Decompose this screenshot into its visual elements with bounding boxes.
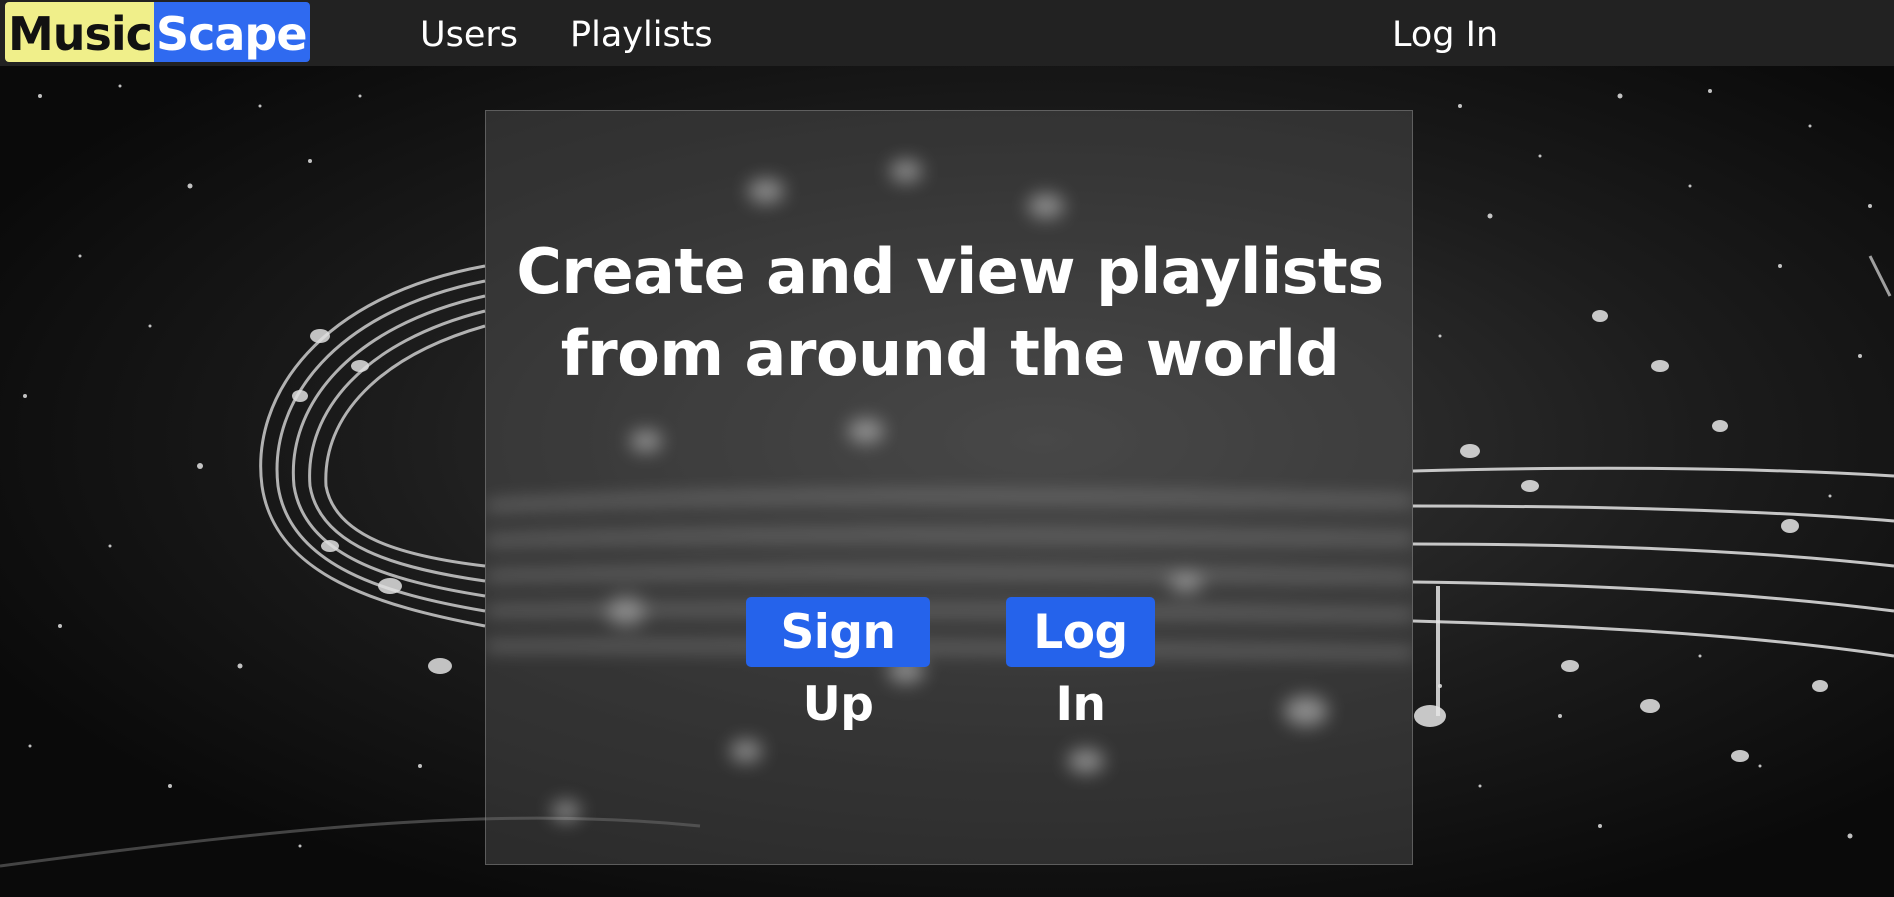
blurred-notes-backdrop: [486, 160, 1412, 821]
hero-panel: Create and view playlists from around th…: [485, 110, 1413, 865]
logo-scape-text: Scape: [153, 2, 310, 62]
logo[interactable]: Music Scape: [5, 2, 310, 62]
nav-link-login[interactable]: Log In: [1392, 0, 1498, 66]
top-navbar: Music Scape Users Playlists Log In: [0, 0, 1894, 66]
log-in-button[interactable]: Log In: [1006, 597, 1155, 732]
hero-title-line-2: from around the world: [560, 317, 1340, 390]
sign-up-button[interactable]: Sign Up: [746, 597, 930, 732]
hero-title: Create and view playlists from around th…: [486, 231, 1412, 395]
hero-title-line-1: Create and view playlists: [516, 235, 1384, 308]
logo-music-text: Music: [5, 2, 154, 62]
landing-page: Music Scape Users Playlists Log In Creat…: [0, 0, 1894, 897]
nav-link-playlists[interactable]: Playlists: [570, 0, 713, 66]
nav-link-users[interactable]: Users: [420, 0, 518, 66]
